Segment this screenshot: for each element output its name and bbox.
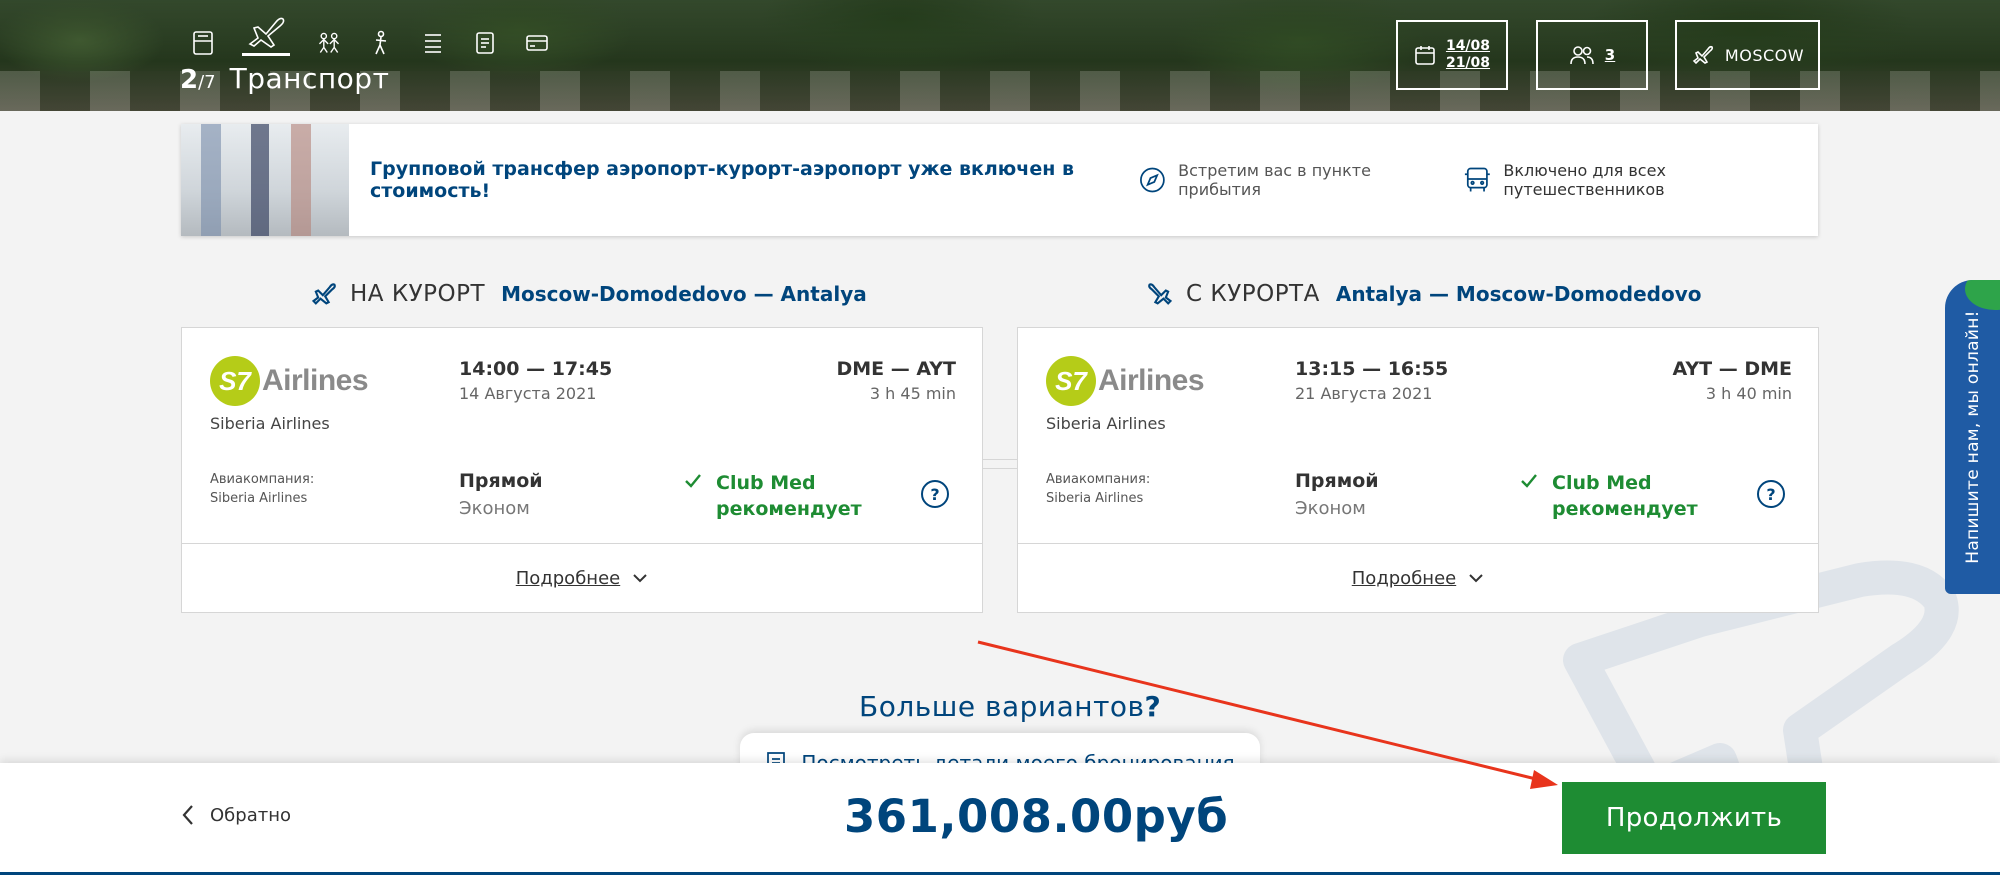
included-feature: Включено для всех путешественников: [1463, 161, 1818, 199]
chat-tab[interactable]: Напишите нам, мы онлайн!: [1945, 280, 2000, 594]
operating-company: Авиакомпания: Siberia Airlines: [210, 472, 315, 506]
activities-icon[interactable]: [316, 30, 342, 56]
help-icon[interactable]: ?: [921, 480, 949, 508]
flight-duration: 3 h 40 min: [1705, 384, 1792, 403]
travelers-count: 3: [1604, 46, 1616, 64]
date-to: 21/08: [1445, 55, 1491, 71]
club-med-recommends: Club Med рекомендует: [684, 470, 862, 522]
flight-date: 21 Августа 2021: [1295, 384, 1433, 403]
list-icon[interactable]: [420, 30, 446, 56]
chat-label[interactable]: Напишите нам, мы онлайн!: [1963, 310, 1983, 564]
total-price: 361,008.00руб: [844, 790, 1229, 843]
date-from: 14/08: [1445, 38, 1491, 54]
plane-return-icon: [1148, 283, 1173, 305]
return-heading: С КУРОРТА Antalya — Moscow-Domodedovo: [1146, 280, 1702, 308]
payment-icon[interactable]: [524, 30, 550, 56]
notes-icon[interactable]: [472, 30, 498, 56]
s7-airlines-logo: S7 Airlines: [210, 356, 369, 406]
flight-duration: 3 h 45 min: [869, 384, 956, 403]
travelers-button[interactable]: 3: [1536, 20, 1648, 90]
s7-airlines-logo: S7 Airlines: [1046, 356, 1205, 406]
plane-departure-icon: [311, 283, 336, 305]
plane-icon: [1692, 45, 1713, 65]
check-icon: [1521, 474, 1537, 488]
operating-company: Авиакомпания: Siberia Airlines: [1046, 472, 1151, 506]
golf-icon[interactable]: [368, 30, 394, 56]
plane-icon[interactable]: [242, 10, 290, 56]
airport-photo: [181, 124, 349, 236]
check-icon: [685, 474, 701, 488]
chevron-down-icon: [633, 574, 647, 583]
more-options-heading: Больше вариантов?: [859, 690, 1162, 723]
calendar-icon: [1415, 46, 1435, 65]
flight-airports: AYT — DME: [1672, 358, 1793, 380]
step-title: Транспорт: [229, 62, 390, 95]
outbound-heading: НА КУРОРТ Moscow-Domodedovo — Antalya: [310, 280, 867, 308]
dates-button[interactable]: 14/08 21/08: [1396, 20, 1508, 90]
transfer-banner: Групповой трансфер аэропорт-курорт-аэроп…: [181, 124, 1818, 236]
flight-stops: Прямой: [459, 470, 543, 492]
departure-city-button[interactable]: MOSCOW: [1675, 20, 1820, 90]
flight-airports: DME — AYT: [836, 358, 957, 380]
departure-city: MOSCOW: [1724, 45, 1805, 65]
continue-button[interactable]: Продолжить: [1562, 782, 1826, 854]
step-counter: 2/7 Транспорт: [180, 62, 389, 95]
flight-cabin: Эконом: [1295, 498, 1366, 519]
flight-time: 14:00 — 17:45: [459, 358, 613, 380]
details-toggle[interactable]: Подробнее: [182, 544, 982, 612]
header-banner: 2/7 Транспорт 14/08 21/08 3 MOSCOW: [0, 0, 2000, 111]
bus-icon: [1464, 167, 1490, 192]
details-toggle[interactable]: Подробнее: [1018, 544, 1818, 612]
return-flight-card[interactable]: S7 Airlines Siberia Airlines 13:15 — 16:…: [1017, 327, 1819, 613]
back-button[interactable]: Обратно: [182, 804, 291, 826]
users-icon: [1569, 46, 1594, 65]
outbound-flight-card[interactable]: S7 Airlines Siberia Airlines 14:00 — 17:…: [181, 327, 983, 613]
step-number: 2/7: [180, 65, 216, 95]
booking-steps: [190, 10, 550, 56]
flight-stops: Прямой: [1295, 470, 1379, 492]
flight-date: 14 Августа 2021: [459, 384, 597, 403]
flight-cabin: Эконом: [459, 498, 530, 519]
airline-name: Siberia Airlines: [210, 414, 330, 433]
help-icon[interactable]: ?: [1757, 480, 1785, 508]
chevron-left-icon: [182, 805, 193, 825]
compass-icon: [1140, 167, 1166, 193]
cards-connector: [983, 459, 1017, 469]
flight-time: 13:15 — 16:55: [1295, 358, 1449, 380]
chevron-down-icon: [1469, 574, 1483, 583]
meet-feature: Встретим вас в пункте прибытия: [1139, 161, 1446, 199]
airline-name: Siberia Airlines: [1046, 414, 1166, 433]
club-med-recommends: Club Med рекомендует: [1520, 470, 1698, 522]
transfer-text: Групповой трансфер аэропорт-курорт-аэроп…: [370, 158, 1074, 202]
room-icon[interactable]: [190, 30, 216, 56]
